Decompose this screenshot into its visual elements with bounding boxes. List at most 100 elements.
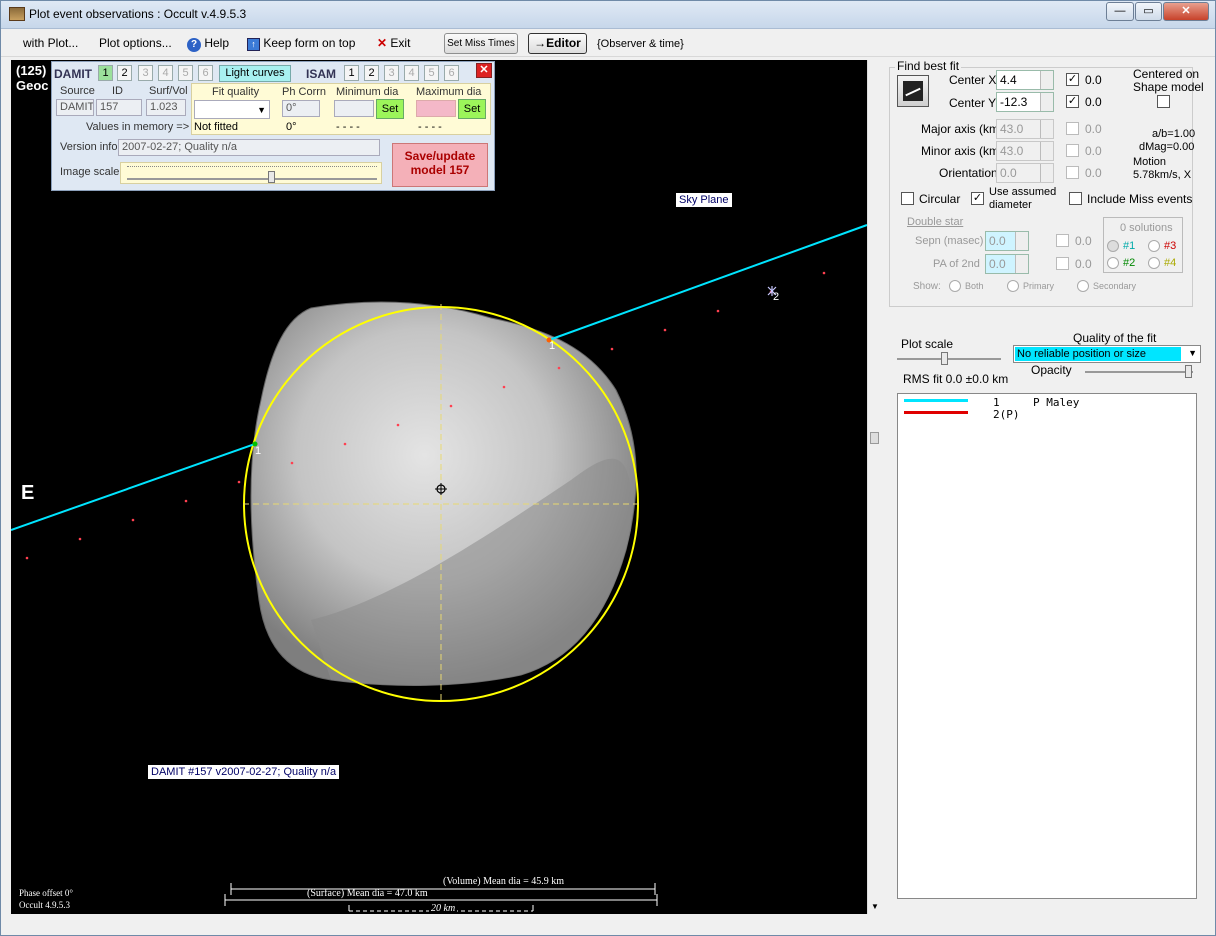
max-dia-label: Maximum dia [416,86,482,98]
circular-label: Circular [919,192,961,206]
pa-checkbox[interactable] [1056,257,1069,270]
center-x-input[interactable]: 4.4 [996,70,1054,90]
major-axis-input[interactable]: 43.0 [996,119,1054,139]
set-max-dia-button[interactable]: Set [458,99,486,119]
menu-plot-options[interactable]: Plot options... [99,36,172,50]
chord-2-label: 2 [773,291,780,303]
solution-2-radio[interactable] [1107,257,1119,269]
orientation-value: 0.0 [1085,166,1102,180]
shape-model-label: Shape model [1133,80,1204,94]
opacity-slider[interactable] [1085,365,1193,379]
double-star-label: Double star [907,216,964,228]
chevron-down-icon: ▼ [1188,348,1197,358]
orientation-input[interactable]: 0.0 [996,163,1054,183]
solution-3-radio[interactable] [1148,240,1160,252]
damit-model-4-button[interactable]: 4 [158,65,173,81]
damit-model-3-button[interactable]: 3 [138,65,153,81]
center-y-label: Center Y [949,96,997,110]
isam-model-3-button[interactable]: 3 [384,65,399,81]
east-direction-label: E [21,482,35,504]
model-caption: DAMIT #157 v2007-02-27; Quality n/a [148,765,340,779]
show-both-label: Both [965,281,984,291]
max-dia-value [416,100,456,117]
minor-axis-input[interactable]: 43.0 [996,141,1054,161]
light-curves-button[interactable]: Light curves [219,65,291,82]
legend-line-1 [904,399,968,402]
opacity-thumb[interactable] [1185,365,1192,378]
orientation-checkbox[interactable] [1066,166,1079,179]
damit-model-6-button[interactable]: 6 [198,65,213,81]
chevron-down-icon: ▼ [257,105,266,115]
version-info-label: Version info [60,141,118,153]
save-update-model-button[interactable]: Save/update model 157 [392,143,488,187]
sepn-input[interactable]: 0.0 [985,231,1029,251]
app-icon [9,7,25,21]
centered-on-shape-checkbox[interactable] [1157,95,1170,108]
isam-model-2-button[interactable]: 2 [364,65,379,81]
surfvol-value: 1.023 [146,99,186,116]
close-window-button[interactable]: ✕ [1163,2,1209,21]
center-x-value: 0.0 [1085,73,1102,87]
isam-model-5-button[interactable]: 5 [424,65,439,81]
slider-track [127,178,377,180]
center-y-input[interactable]: -12.3 [996,92,1054,112]
plot-scale-label: Plot scale [901,337,954,351]
menu-with-plot[interactable]: with Plot... [23,36,78,50]
isam-model-1-button[interactable]: 1 [344,65,359,81]
center-y-value: 0.0 [1085,95,1102,109]
close-panel-icon[interactable]: ✕ [476,63,492,78]
plot-scale-thumb[interactable] [941,352,948,365]
keep-on-top-menu[interactable]: ↑ Keep form on top [247,36,355,51]
center-x-checkbox[interactable]: ✓ [1066,73,1079,86]
fit-values-box: Fit quality Ph Corrn Minimum dia Maximum… [191,83,491,135]
solution-4-radio[interactable] [1148,257,1160,269]
show-both-radio[interactable] [949,280,961,292]
id-value: 157 [96,99,142,116]
legend-line-2 [904,411,968,414]
help-menu[interactable]: ? Help [187,36,229,52]
fit-quality-select[interactable]: ▼ [194,100,270,119]
minimize-button[interactable]: — [1106,2,1134,21]
scrollbar-thumb[interactable] [870,432,879,444]
sepn-checkbox[interactable] [1056,234,1069,247]
solution-1-radio[interactable] [1107,240,1119,252]
minor-axis-checkbox[interactable] [1066,144,1079,157]
quality-fit-select[interactable]: No reliable position or size ▼ [1013,345,1201,363]
save-btn-line1: Save/update [404,149,476,163]
damit-model-2-button[interactable]: 2 [117,65,132,81]
set-min-dia-button[interactable]: Set [376,99,404,119]
image-scale-slider[interactable] [120,162,382,184]
find-best-fit-button[interactable] [897,75,929,107]
title-bar: Plot event observations : Occult v.4.9.5… [1,1,1215,29]
isam-model-4-button[interactable]: 4 [404,65,419,81]
scroll-down-icon[interactable]: ▼ [871,902,879,911]
show-secondary-radio[interactable] [1077,280,1089,292]
show-primary-radio[interactable] [1007,280,1019,292]
include-miss-checkbox[interactable] [1069,192,1082,205]
major-axis-checkbox[interactable] [1066,122,1079,135]
exit-menu[interactable]: ✕ Exit [377,36,410,50]
plot-scrollbar[interactable]: ▼ [867,60,881,914]
chord-1-line-left [11,443,256,531]
fit-quality-label: Fit quality [212,86,260,98]
slider-thumb[interactable] [268,171,275,183]
not-fitted-label: Not fitted [194,121,239,133]
circular-checkbox[interactable] [901,192,914,205]
plot-scale-slider[interactable] [897,352,1001,366]
legend-num-2: 2(P) [993,408,1020,421]
use-assumed-diameter-checkbox[interactable]: ✓ [971,192,984,205]
maximize-button[interactable]: ▭ [1135,2,1162,21]
mem-max-value: - - - - [418,121,442,133]
pa-input[interactable]: 0.0 [985,254,1029,274]
show-label: Show: [913,281,941,292]
damit-model-1-button[interactable]: 1 [98,65,113,81]
source-label: Source [60,85,95,97]
center-y-checkbox[interactable]: ✓ [1066,95,1079,108]
set-miss-times-button[interactable]: Set Miss Times [444,33,518,54]
isam-model-6-button[interactable]: 6 [444,65,459,81]
damit-model-5-button[interactable]: 5 [178,65,193,81]
pa-value: 0.0 [1075,257,1092,271]
show-primary-label: Primary [1023,281,1054,291]
editor-button[interactable]: →Editor [528,33,587,54]
damit-label: DAMIT [54,67,92,81]
